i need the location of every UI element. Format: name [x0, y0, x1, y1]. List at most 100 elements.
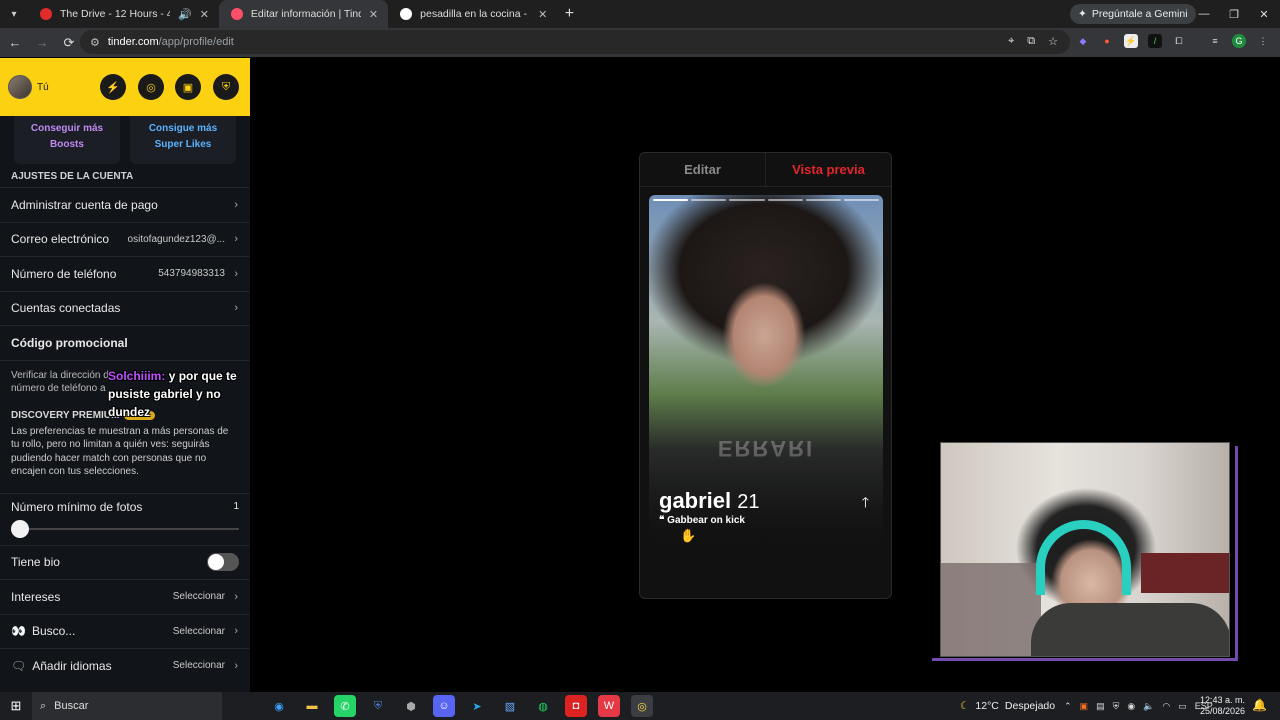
profile-avatar[interactable]: G — [1232, 34, 1246, 48]
reading-list-icon[interactable]: ≡ — [1208, 34, 1222, 48]
url-field[interactable]: ⚙ tinder.com/app/profile/edit ⌖ ⧉ ☆ — [80, 30, 1070, 54]
chevron-right-icon: › — [234, 590, 238, 603]
chrome-icon[interactable]: ◎ — [631, 695, 653, 717]
chevron-up-icon[interactable]: ⌃ — [1064, 701, 1072, 712]
tab-preview[interactable]: Vista previa — [765, 153, 891, 186]
row-payment-account[interactable]: Administrar cuenta de pago › — [0, 187, 250, 222]
extension-icon[interactable]: ⚡ — [1124, 34, 1138, 48]
extension-icon[interactable]: ● — [1100, 34, 1114, 48]
row-label: Correo electrónico — [11, 232, 110, 247]
telegram-icon[interactable]: ➤ — [466, 695, 488, 717]
tray-app-icon[interactable]: ▣ — [1080, 701, 1089, 712]
row-connected-accounts[interactable]: Cuentas conectadas › — [0, 290, 250, 326]
chat-username: Solchiiim: — [108, 368, 166, 383]
install-app-icon[interactable]: ⧉ — [1027, 35, 1035, 48]
location-icon[interactable]: ⌖ — [1008, 35, 1014, 48]
volume-icon[interactable]: 🔈 — [1143, 701, 1154, 712]
restore-button[interactable]: ❐ — [1218, 0, 1250, 28]
row-languages[interactable]: 🗨 Añadir idiomas Seleccionar › — [0, 648, 250, 683]
wifi-icon[interactable]: ◠ — [1162, 701, 1170, 712]
url-host: tinder.com — [107, 36, 159, 48]
chevron-right-icon: › — [234, 233, 238, 246]
boost-line2: Boosts — [50, 139, 84, 150]
row-email[interactable]: Correo electrónico ositofagundez123@... … — [0, 221, 250, 257]
tray-app-icon[interactable]: ⛨ — [1113, 701, 1120, 712]
app-w-icon[interactable]: W — [598, 695, 620, 717]
notification-icon[interactable]: 🔔 — [1252, 698, 1267, 712]
extension-icon[interactable]: / — [1148, 34, 1162, 48]
bookmark-star-icon[interactable]: ☆ — [1048, 35, 1058, 48]
audio-icon[interactable]: 🔊 — [178, 8, 192, 21]
min-photos-label: Número mínimo de fotos — [11, 499, 143, 514]
tab-youtube[interactable]: The Drive - 12 Hours - 4K U 🔊 ✕ — [28, 0, 219, 28]
has-bio-toggle[interactable] — [207, 553, 239, 572]
tab-edit[interactable]: Editar — [640, 153, 765, 186]
webcam-overlay — [940, 442, 1230, 657]
new-tab-button[interactable]: + — [557, 5, 581, 23]
tray-app-icon[interactable]: ◉ — [1127, 701, 1135, 712]
row-value: Seleccionar — [172, 591, 225, 603]
tab-title: The Drive - 12 Hours - 4K U — [60, 8, 170, 20]
moon-icon: ☾ — [960, 700, 970, 712]
extensions-puzzle-icon[interactable]: ⧠ — [1172, 34, 1186, 48]
extension-icon[interactable]: ◆ — [1076, 34, 1090, 48]
minimize-button[interactable]: — — [1188, 0, 1220, 28]
battery-icon[interactable]: ▭ — [1178, 701, 1187, 712]
min-photos-value: 1 — [233, 500, 239, 512]
row-label: Cuentas conectadas — [11, 301, 121, 316]
taskbar-search[interactable]: ⌕ Buscar — [32, 692, 222, 720]
forward-icon[interactable]: → — [30, 35, 54, 50]
explore-compass-icon[interactable]: ◎ — [138, 74, 164, 100]
profile-photo[interactable]: ERRARI gabriel 21 🡑 ❝ Gabbear on kick — [649, 195, 883, 557]
clock[interactable]: 12:43 a. m. 25/08/2026 — [1200, 695, 1245, 717]
boost-bolt-icon[interactable]: ⚡ — [100, 74, 126, 100]
min-photos-slider-handle[interactable] — [11, 519, 29, 538]
back-icon[interactable]: ← — [3, 35, 27, 50]
file-explorer-icon[interactable]: ▬ — [301, 695, 323, 717]
app-badge-icon[interactable]: ⬢ — [400, 695, 422, 717]
row-label: Añadir idiomas — [32, 658, 112, 673]
get-superlikes-button[interactable]: Consigue más Super Likes — [130, 116, 236, 164]
menu-kebab-icon[interactable]: ⋮ — [1256, 34, 1270, 48]
close-tab-icon[interactable]: ✕ — [538, 8, 547, 21]
row-value: Seleccionar — [172, 660, 225, 672]
tab-tinder[interactable]: Editar información | Tinder ✕ — [218, 0, 389, 28]
app-red-icon[interactable]: ◘ — [565, 695, 587, 717]
windows-start-icon[interactable]: ⊞ — [0, 698, 32, 714]
tab-google[interactable]: pesadilla en la cocina - Google ✕ — [388, 0, 557, 28]
tab-search-icon[interactable]: ▾ — [0, 9, 28, 20]
row-interests[interactable]: Intereses Seleccionar › — [0, 579, 250, 614]
min-photos-slider-track[interactable] — [20, 527, 239, 530]
row-label: Número de teléfono — [11, 266, 117, 281]
discord-icon[interactable]: ☺ — [433, 695, 455, 717]
close-tab-icon[interactable]: ✕ — [200, 8, 209, 21]
get-boosts-button[interactable]: Conseguir más Boosts — [14, 116, 120, 164]
user-name[interactable]: Tú — [37, 82, 49, 93]
row-promo-code[interactable]: Código promocional — [0, 325, 250, 360]
site-info-icon[interactable]: ⚙ — [90, 36, 100, 49]
briefcase-icon[interactable]: ▣ — [175, 74, 201, 100]
row-label: Intereses — [11, 589, 61, 604]
edge-icon[interactable]: ◉ — [268, 695, 290, 717]
close-tab-icon[interactable]: ✕ — [369, 8, 378, 21]
row-phone[interactable]: Número de teléfono 543794983313 › — [0, 256, 250, 291]
discovery-title-text: DISCOVERY PREMIUM — [11, 409, 120, 421]
row-looking-for[interactable]: 👀 Busco... Seleccionar › — [0, 613, 250, 649]
profile-preview-card: Editar Vista previa ERRARI gabriel 21 🡑 … — [639, 152, 892, 599]
spotify-icon[interactable]: ◍ — [532, 695, 554, 717]
app-box-icon[interactable]: ▧ — [499, 695, 521, 717]
close-window-button[interactable]: ✕ — [1248, 0, 1280, 28]
weather-widget[interactable]: ☾ 12°C Despejado — [960, 692, 1055, 720]
reload-icon[interactable]: ⟳ — [57, 35, 81, 51]
avatar[interactable] — [8, 75, 32, 99]
expand-profile-icon[interactable]: 🡑 — [862, 492, 869, 516]
whatsapp-icon[interactable]: ✆ — [334, 695, 356, 717]
gemini-label: Pregúntale a Gemini — [1091, 8, 1188, 20]
gemini-button[interactable]: ✦ Pregúntale a Gemini — [1070, 4, 1196, 24]
verify-note: Verificar la dirección de número de telé… — [0, 359, 250, 419]
shield-icon[interactable]: ⛨ — [213, 74, 239, 100]
tray-app-icon[interactable]: ▤ — [1096, 701, 1105, 712]
weather-temp: 12°C — [975, 700, 999, 712]
headset — [1036, 520, 1131, 595]
app-shield-icon[interactable]: ⛨ — [367, 695, 389, 717]
